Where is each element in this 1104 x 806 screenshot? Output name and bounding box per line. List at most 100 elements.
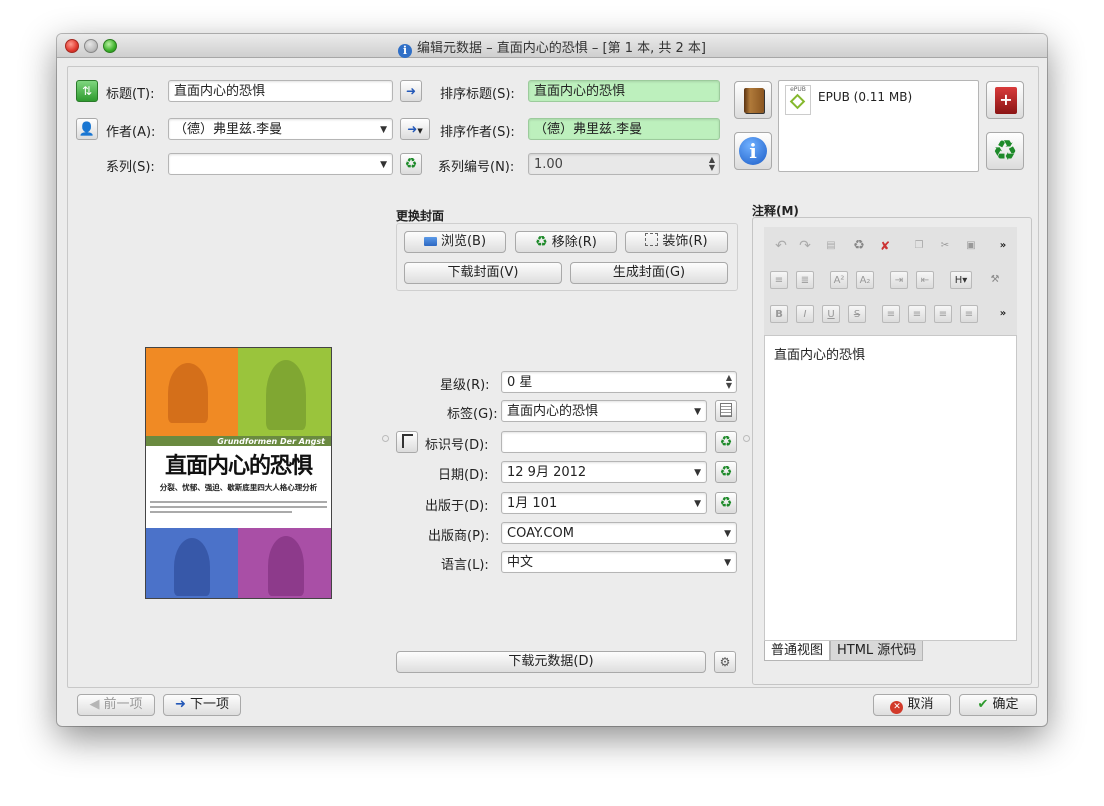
more-icon[interactable]: » xyxy=(994,305,1012,323)
align-center-icon[interactable]: ≡ xyxy=(908,305,926,323)
publisher-combobox[interactable]: COAY.COM ▼ xyxy=(501,522,737,544)
title-input[interactable]: 直面内心的恐惧 xyxy=(168,80,393,102)
align-right-icon[interactable]: ≡ xyxy=(934,305,952,323)
clear-series-button[interactable]: ♻ xyxy=(400,153,422,175)
author-combobox[interactable]: （德）弗里兹.李曼 ▼ xyxy=(168,118,393,140)
browse-label: 浏览(B) xyxy=(440,234,487,249)
cover-silhouette xyxy=(268,536,304,596)
tags-label: 标签(G): xyxy=(447,407,498,422)
manage-authors-button[interactable]: 👤 xyxy=(76,118,98,140)
cancel-icon: ✕ xyxy=(890,701,904,714)
rating-spinbox[interactable]: 0 星 ▲ ▼ xyxy=(501,371,737,393)
previous-button[interactable]: ◀ 前一项 xyxy=(77,694,155,716)
title-label: 标题(T): xyxy=(106,87,155,102)
series-index-spinbox[interactable]: 1.00 ▲ ▼ xyxy=(528,153,720,175)
window-title: i 编辑元数据 – 直面内心的恐惧 – [第 1 本, 共 2 本] xyxy=(57,37,1047,58)
clear-pubdate-button[interactable]: ♻ xyxy=(715,492,737,514)
download-metadata-button[interactable]: 下载元数据(D) xyxy=(396,651,706,673)
pubdate-picker[interactable]: 1月 101 ▼ xyxy=(501,492,707,514)
unordered-list-icon[interactable]: ≣ xyxy=(796,271,814,289)
undo-icon[interactable]: ↶ xyxy=(772,237,790,255)
publisher-value: COAY.COM xyxy=(507,526,574,541)
author-label: 作者(A): xyxy=(106,125,156,140)
swap-title-author-button[interactable]: ⇅ xyxy=(76,80,98,102)
outdent-icon[interactable]: ⇤ xyxy=(916,271,934,289)
cover-silhouette xyxy=(266,360,306,430)
subscript-icon[interactable]: A₂ xyxy=(856,271,874,289)
metadata-settings-button[interactable]: ⚙ xyxy=(714,651,736,673)
redo-icon[interactable]: ↷ xyxy=(796,237,814,255)
format-painter-icon[interactable]: ⚒ xyxy=(986,271,1004,289)
language-combobox[interactable]: 中文 ▼ xyxy=(501,551,737,573)
copy-author-to-sort-button[interactable]: ➜▼ xyxy=(400,118,430,140)
underline-icon[interactable]: U xyxy=(822,305,840,323)
download-cover-button[interactable]: 下载封面(V) xyxy=(404,262,562,284)
sort-title-input[interactable]: 直面内心的恐惧 xyxy=(528,80,720,102)
splitter-handle[interactable] xyxy=(743,435,750,442)
comments-editor[interactable]: 直面内心的恐惧 xyxy=(764,335,1017,641)
format-item[interactable]: ePUB EPUB (0.11 MB) xyxy=(785,85,965,115)
get-metadata-from-format-button[interactable]: i xyxy=(734,132,772,170)
ordered-list-icon[interactable]: ≡ xyxy=(770,271,788,289)
edit-tags-button[interactable] xyxy=(715,400,737,422)
trim-cover-button[interactable]: 装饰(R) xyxy=(625,231,728,253)
main-panel: ⇅ 标题(T): 直面内心的恐惧 ➜ 排序标题(S): 直面内心的恐惧 👤 作者… xyxy=(67,66,1039,688)
download-cover-label: 下载封面(V) xyxy=(447,265,519,280)
copy-icon[interactable]: ❐ xyxy=(910,237,928,255)
tags-combobox[interactable]: 直面内心的恐惧 ▼ xyxy=(501,400,707,422)
add-format-button[interactable]: + xyxy=(986,81,1024,119)
change-cover-label: 更换封面 xyxy=(396,209,445,223)
series-index-value: 1.00 xyxy=(534,157,563,172)
splitter-handle[interactable] xyxy=(382,435,389,442)
tab-normal-view[interactable]: 普通视图 xyxy=(764,641,831,661)
spinner-arrows-icon: ▲ ▼ xyxy=(725,373,732,390)
select-all-icon[interactable]: ▤ xyxy=(822,237,840,255)
remove-format-button[interactable]: ♻ xyxy=(986,132,1024,170)
generate-cover-label: 生成封面(G) xyxy=(612,265,686,280)
remove-cover-button[interactable]: ♻ 移除(R) xyxy=(515,231,617,253)
indent-icon[interactable]: ⇥ xyxy=(890,271,908,289)
superscript-icon[interactable]: A² xyxy=(830,271,848,289)
strikethrough-icon[interactable]: S xyxy=(848,305,866,323)
cancel-button[interactable]: ✕ 取消 xyxy=(873,694,951,716)
cover-subtitle: 分裂、忧郁、强迫、歇斯底里四大人格心理分析 xyxy=(159,483,318,492)
window-title-text: 编辑元数据 – 直面内心的恐惧 – [第 1 本, 共 2 本] xyxy=(416,41,706,56)
chevron-down-icon: ▼ xyxy=(694,468,701,478)
browse-cover-button[interactable]: 浏览(B) xyxy=(404,231,506,253)
recycle-icon[interactable]: ♻ xyxy=(850,237,868,255)
language-value: 中文 xyxy=(507,555,534,570)
copy-title-to-sort-button[interactable]: ➜ xyxy=(400,80,422,102)
chevron-down-icon: ▼ xyxy=(724,558,731,568)
date-picker[interactable]: 12 9月 2012 ▼ xyxy=(501,461,707,483)
ok-button[interactable]: ✔ 确定 xyxy=(959,694,1037,716)
identifiers-input[interactable] xyxy=(501,431,707,453)
clear-date-button[interactable]: ♻ xyxy=(715,461,737,483)
align-left-icon[interactable]: ≡ xyxy=(882,305,900,323)
format-name: EPUB (0.11 MB) xyxy=(818,90,913,104)
rating-label: 星级(R): xyxy=(440,378,490,393)
align-justify-icon[interactable]: ≡ xyxy=(960,305,978,323)
tab-html-source[interactable]: HTML 源代码 xyxy=(830,641,924,661)
series-combobox[interactable]: ▼ xyxy=(168,153,393,175)
list-icon xyxy=(720,403,732,417)
paste-identifiers-button[interactable] xyxy=(396,431,418,453)
sort-author-input[interactable]: （德）弗里兹.李曼 xyxy=(528,118,720,140)
heading-style-icon[interactable]: H▾ xyxy=(950,271,972,289)
bold-icon[interactable]: B xyxy=(770,305,788,323)
set-cover-from-format-button[interactable] xyxy=(734,81,772,119)
next-button[interactable]: ➜ 下一项 xyxy=(163,694,241,716)
language-label: 语言(L): xyxy=(441,558,489,573)
generate-cover-button[interactable]: 生成封面(G) xyxy=(570,262,728,284)
tags-value: 直面内心的恐惧 xyxy=(507,404,599,419)
paste-icon[interactable]: ▣ xyxy=(962,237,980,255)
italic-icon[interactable]: I xyxy=(796,305,814,323)
clear-identifiers-button[interactable]: ♻ xyxy=(715,431,737,453)
more-icon[interactable]: » xyxy=(994,237,1012,255)
arrow-right-icon: ➜ xyxy=(405,84,417,98)
epub-icon: ePUB xyxy=(785,85,811,115)
formats-list[interactable]: ePUB EPUB (0.11 MB) xyxy=(778,80,979,172)
clear-icon[interactable]: ✘ xyxy=(876,237,894,255)
cover-silhouette xyxy=(174,538,210,596)
book-icon xyxy=(744,88,764,113)
cut-icon[interactable]: ✂ xyxy=(936,237,954,255)
